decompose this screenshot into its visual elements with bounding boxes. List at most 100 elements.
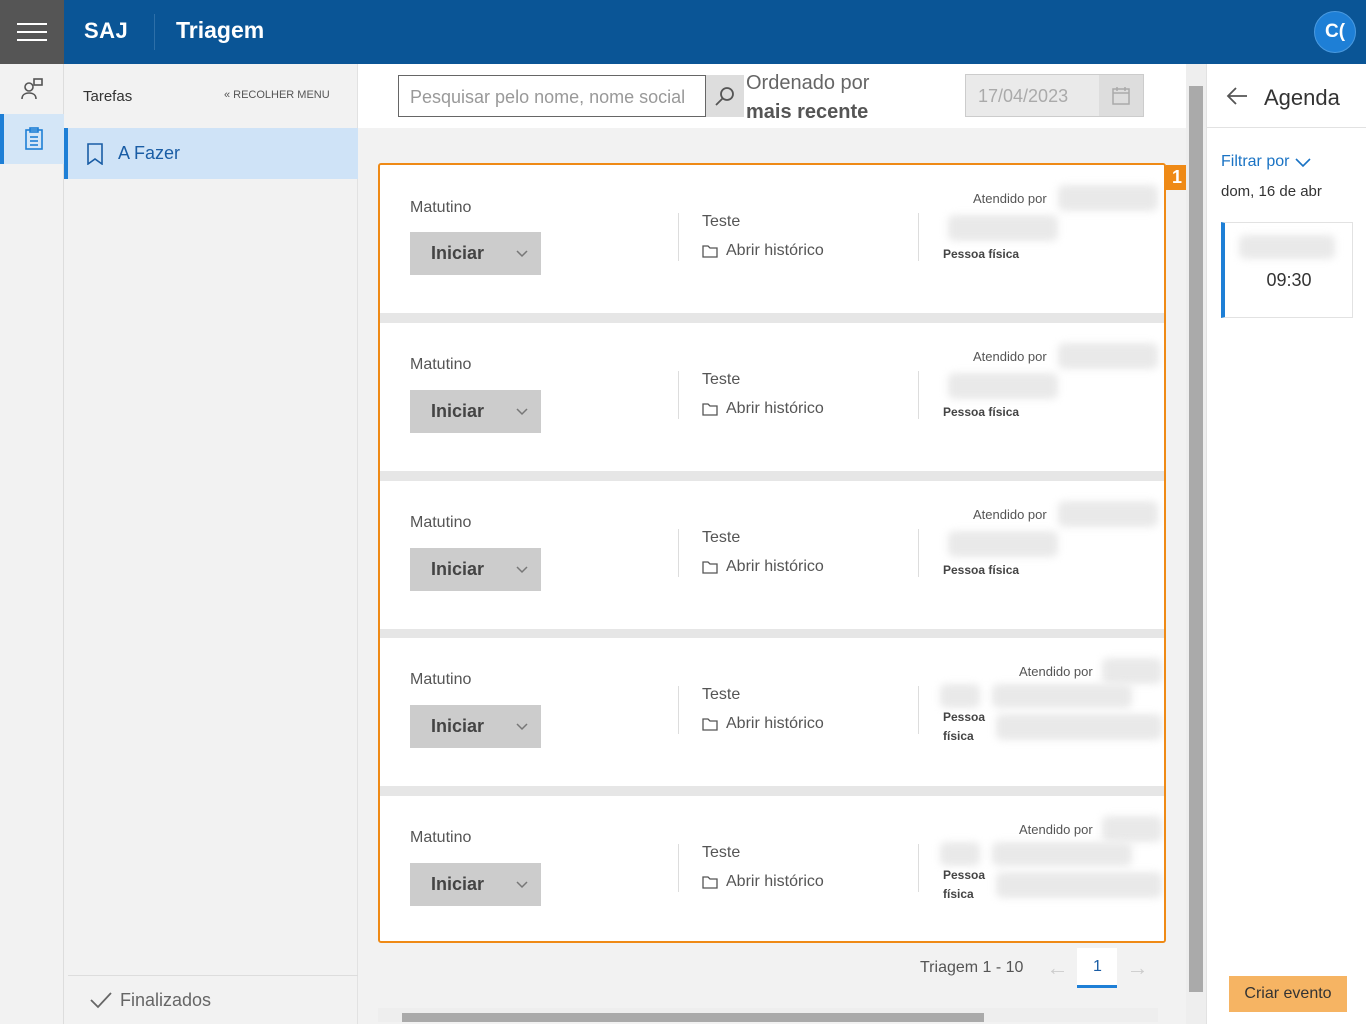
divider xyxy=(918,686,919,734)
chevron-down-icon xyxy=(516,566,528,574)
pagination-range: Triagem 1 - 10 xyxy=(920,959,1024,976)
divider xyxy=(918,213,919,261)
divider xyxy=(918,529,919,577)
next-page-button[interactable]: → xyxy=(1117,948,1157,988)
start-button[interactable]: Iniciar xyxy=(410,705,541,748)
redacted-name xyxy=(948,373,1058,399)
scrollbar-thumb[interactable] xyxy=(1189,86,1203,992)
redacted-attendant xyxy=(1102,816,1162,842)
prev-page-button[interactable]: ← xyxy=(1037,948,1077,988)
user-chat-icon xyxy=(21,78,43,100)
task-card: Matutino Iniciar Teste Abrir histórico A… xyxy=(380,323,1164,471)
pagination: Triagem 1 - 10 ← 1 → xyxy=(920,948,1157,988)
start-button[interactable]: Iniciar xyxy=(410,390,541,433)
search-icon xyxy=(715,87,734,106)
user-avatar[interactable]: C( xyxy=(1314,11,1356,53)
header-divider xyxy=(154,14,155,50)
attended-by-label: Atendido por xyxy=(973,349,1047,364)
collapse-menu-button[interactable]: « RECOLHER MENU xyxy=(224,89,330,101)
divider xyxy=(918,371,919,419)
shift-label: Matutino xyxy=(410,671,472,688)
toolbar: Pesquisar pelo nome, nome social Ordenad… xyxy=(358,64,1186,128)
chevron-down-icon xyxy=(516,881,528,889)
arrow-left-icon[interactable] xyxy=(1226,86,1248,106)
agenda-panel: Agenda Filtrar por dom, 16 de abr 09:30 … xyxy=(1206,64,1366,1024)
redacted-name xyxy=(940,684,980,708)
open-history-link[interactable]: Abrir histórico xyxy=(702,400,824,418)
divider xyxy=(678,213,679,261)
redacted-name xyxy=(992,684,1132,708)
start-button-label: Iniciar xyxy=(431,243,485,263)
task-card: Matutino Iniciar Teste Abrir histórico A… xyxy=(380,796,1164,941)
calendar-button[interactable] xyxy=(1099,75,1143,116)
search-input[interactable]: Pesquisar pelo nome, nome social xyxy=(398,75,706,117)
person-type: Pessoa física xyxy=(943,708,985,746)
start-button-label: Iniciar xyxy=(431,559,485,579)
task-card: Matutino Iniciar Teste Abrir histórico A… xyxy=(380,638,1164,786)
agenda-title: Agenda xyxy=(1264,85,1340,110)
agenda-event[interactable]: 09:30 xyxy=(1221,222,1353,318)
date-field[interactable]: 17/04/2023 xyxy=(965,74,1144,117)
person-type: Pessoa física xyxy=(943,563,1020,577)
open-history-link[interactable]: Abrir histórico xyxy=(702,873,824,891)
person-type-line: Pessoa xyxy=(943,710,986,724)
calendar-icon xyxy=(1112,86,1130,105)
side-menu-item-a-fazer[interactable]: A Fazer xyxy=(64,128,358,179)
filter-dropdown[interactable]: Filtrar por xyxy=(1221,153,1312,171)
person-type-line: física xyxy=(943,729,974,743)
app-root: SAJ Triagem C( Tarefas « RECOLHER MENU A… xyxy=(0,0,1366,1024)
folder-icon xyxy=(702,561,718,574)
main-content: Pesquisar pelo nome, nome social Ordenad… xyxy=(358,64,1186,1024)
open-history-label: Abrir histórico xyxy=(726,242,824,259)
shift-label: Matutino xyxy=(410,356,472,373)
redacted-name xyxy=(940,842,980,866)
side-menu-item-label: Finalizados xyxy=(120,989,212,1010)
scrollbar-thumb[interactable] xyxy=(402,1013,984,1022)
redacted-name xyxy=(948,215,1058,241)
person-type: Pessoa física xyxy=(943,866,985,904)
search-button[interactable] xyxy=(706,75,744,117)
start-button-label: Iniciar xyxy=(431,401,485,421)
checkmark-icon xyxy=(90,992,112,1009)
create-event-button[interactable]: Criar evento xyxy=(1229,976,1347,1012)
start-button[interactable]: Iniciar xyxy=(410,232,541,275)
chevron-down-icon xyxy=(1295,158,1312,168)
highlight-badge: 1 xyxy=(1166,165,1188,190)
date-value: 17/04/2023 xyxy=(978,86,1069,106)
start-button[interactable]: Iniciar xyxy=(410,548,541,591)
redacted-document xyxy=(996,872,1162,898)
attended-by-label: Atendido por xyxy=(1019,822,1093,837)
open-history-label: Abrir histórico xyxy=(726,558,824,575)
task-list: Matutino Iniciar Teste Abrir histórico A… xyxy=(378,163,1166,943)
person-type-line: física xyxy=(943,887,974,901)
bookmark-icon xyxy=(87,142,103,165)
side-menu-title: Tarefas xyxy=(83,88,133,105)
open-history-link[interactable]: Abrir histórico xyxy=(702,558,824,576)
rail-item-tasks[interactable] xyxy=(0,114,64,164)
hamburger-menu-icon[interactable] xyxy=(0,0,64,64)
redacted-name xyxy=(948,531,1058,557)
folder-icon xyxy=(702,403,718,416)
open-history-link[interactable]: Abrir histórico xyxy=(702,715,824,733)
page-number-button[interactable]: 1 xyxy=(1077,948,1118,988)
filter-label: Filtrar por xyxy=(1221,153,1290,170)
sort-value: mais recente xyxy=(746,101,869,123)
app-title: Triagem xyxy=(176,17,265,43)
task-type: Teste xyxy=(702,686,741,703)
start-button-label: Iniciar xyxy=(431,716,485,736)
folder-icon xyxy=(702,876,718,889)
brand-logo: SAJ xyxy=(84,18,129,43)
horizontal-scrollbar[interactable] xyxy=(378,1008,1158,1022)
sort-selector[interactable]: Ordenado por mais recente xyxy=(746,69,869,127)
agenda-date: dom, 16 de abr xyxy=(1221,183,1322,200)
sort-label: Ordenado por xyxy=(746,72,870,94)
side-menu-item-finalizados[interactable]: Finalizados xyxy=(68,975,358,1024)
event-time: 09:30 xyxy=(1266,270,1312,290)
task-type: Teste xyxy=(702,371,741,388)
open-history-link[interactable]: Abrir histórico xyxy=(702,242,824,260)
shift-label: Matutino xyxy=(410,829,472,846)
start-button[interactable]: Iniciar xyxy=(410,863,541,906)
vertical-scrollbar[interactable] xyxy=(1186,64,1206,1024)
redacted-document xyxy=(996,714,1162,740)
rail-item-users[interactable] xyxy=(0,64,64,114)
